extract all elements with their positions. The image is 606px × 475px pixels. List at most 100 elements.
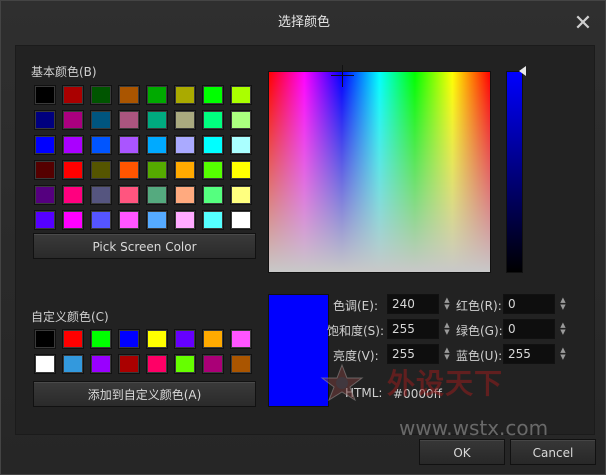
basic-color-swatch[interactable] [174,185,196,205]
custom-color-swatch[interactable] [146,329,168,349]
basic-color-swatch[interactable] [90,110,112,130]
basic-color-swatch[interactable] [34,85,56,105]
basic-color-swatch[interactable] [174,135,196,155]
spin-arrows-icon[interactable]: ▲ ▼ [442,347,452,363]
basic-color-swatch[interactable] [118,85,140,105]
green-spinbox[interactable]: ▲▼ [503,319,566,339]
spin-arrows-icon[interactable]: ▲ ▼ [442,322,452,338]
basic-color-swatch[interactable] [202,160,224,180]
basic-color-swatch[interactable] [62,210,84,230]
basic-color-swatch[interactable] [146,135,168,155]
blue-spinbox[interactable]: ▲▼ [503,344,566,364]
basic-color-swatch[interactable] [62,185,84,205]
custom-color-swatch[interactable] [34,354,56,374]
green-label: 绿色(G): [456,324,503,338]
color-dialog: 选择颜色 ✕ 基本颜色(B) Pick Screen Color 自定义颜色(C… [0,0,606,475]
basic-color-swatch[interactable] [202,135,224,155]
basic-color-swatch[interactable] [146,85,168,105]
saturation-label: 饱和度(S): [327,324,385,338]
basic-color-swatch[interactable] [34,210,56,230]
custom-color-swatch[interactable] [174,329,196,349]
basic-color-swatch[interactable] [230,160,252,180]
basic-color-swatch[interactable] [34,110,56,130]
basic-color-swatch[interactable] [90,210,112,230]
close-icon[interactable]: ✕ [571,13,595,37]
luminance-handle-icon[interactable] [519,66,526,76]
value-input[interactable] [388,345,438,363]
hue-saturation-picker[interactable] [268,71,491,273]
spin-arrows-icon[interactable]: ▲ ▼ [558,347,568,363]
red-input[interactable] [504,295,554,313]
watermark-url: www.wstx.com [399,416,549,440]
add-to-custom-colors-button[interactable]: 添加到自定义颜色(A) [33,381,256,407]
value-label: 亮度(V): [333,349,379,363]
basic-color-swatch[interactable] [34,160,56,180]
basic-color-swatch[interactable] [230,210,252,230]
basic-color-swatch[interactable] [202,185,224,205]
custom-color-swatch[interactable] [62,354,84,374]
cancel-button[interactable]: Cancel [510,439,596,465]
basic-color-swatch[interactable] [90,160,112,180]
basic-color-swatch[interactable] [90,185,112,205]
basic-color-swatch[interactable] [118,185,140,205]
custom-color-swatch[interactable] [202,354,224,374]
pick-screen-color-button[interactable]: Pick Screen Color [33,233,256,259]
basic-colors-grid [34,85,252,230]
custom-color-swatch[interactable] [34,329,56,349]
hue-spinbox[interactable]: ▲▼ [387,294,450,314]
saturation-input[interactable] [388,320,438,338]
basic-color-swatch[interactable] [90,85,112,105]
spin-arrows-icon[interactable]: ▲ ▼ [442,297,452,313]
basic-color-swatch[interactable] [174,210,196,230]
basic-color-swatch[interactable] [230,85,252,105]
basic-color-swatch[interactable] [146,160,168,180]
hue-input[interactable] [388,295,438,313]
basic-color-swatch[interactable] [174,85,196,105]
custom-color-swatch[interactable] [230,354,252,374]
picker-crosshair-vertical [342,65,343,87]
custom-colors-label: 自定义颜色(C) [31,310,109,324]
custom-color-swatch[interactable] [90,329,112,349]
basic-color-swatch[interactable] [62,160,84,180]
basic-color-swatch[interactable] [146,185,168,205]
basic-color-swatch[interactable] [118,210,140,230]
basic-color-swatch[interactable] [174,160,196,180]
basic-color-swatch[interactable] [118,135,140,155]
custom-color-swatch[interactable] [174,354,196,374]
basic-color-swatch[interactable] [62,85,84,105]
basic-color-swatch[interactable] [90,135,112,155]
basic-color-swatch[interactable] [62,135,84,155]
basic-color-swatch[interactable] [62,110,84,130]
red-spinbox[interactable]: ▲▼ [503,294,566,314]
basic-color-swatch[interactable] [34,135,56,155]
basic-color-swatch[interactable] [230,135,252,155]
basic-color-swatch[interactable] [146,210,168,230]
spin-arrows-icon[interactable]: ▲ ▼ [558,297,568,313]
basic-color-swatch[interactable] [202,210,224,230]
basic-color-swatch[interactable] [174,110,196,130]
custom-color-swatch[interactable] [202,329,224,349]
basic-color-swatch[interactable] [146,110,168,130]
green-input[interactable] [504,320,554,338]
custom-color-swatch[interactable] [90,354,112,374]
custom-color-swatch[interactable] [118,354,140,374]
dialog-title: 选择颜色 [277,15,330,30]
spin-arrows-icon[interactable]: ▲ ▼ [558,322,568,338]
custom-color-swatch[interactable] [230,329,252,349]
custom-color-swatch[interactable] [146,354,168,374]
red-label: 红色(R): [456,299,502,313]
saturation-spinbox[interactable]: ▲▼ [387,319,450,339]
basic-color-swatch[interactable] [230,185,252,205]
value-spinbox[interactable]: ▲▼ [387,344,450,364]
basic-color-swatch[interactable] [202,85,224,105]
basic-color-swatch[interactable] [118,160,140,180]
custom-color-swatch[interactable] [62,329,84,349]
luminance-slider[interactable] [506,71,523,273]
custom-color-swatch[interactable] [118,329,140,349]
basic-color-swatch[interactable] [230,110,252,130]
ok-button[interactable]: OK [419,439,505,465]
blue-input[interactable] [504,345,554,363]
basic-color-swatch[interactable] [34,185,56,205]
basic-color-swatch[interactable] [202,110,224,130]
basic-color-swatch[interactable] [118,110,140,130]
